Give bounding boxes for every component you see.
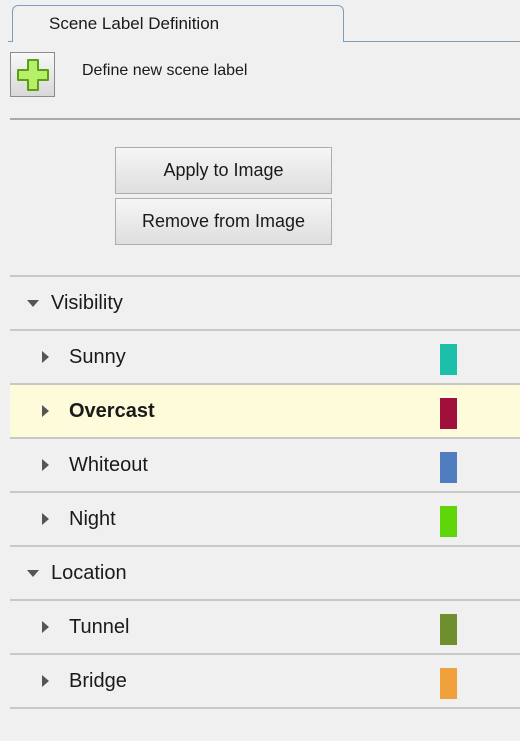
color-swatch bbox=[440, 344, 457, 375]
group-row-visibility[interactable]: Visibility bbox=[10, 275, 520, 329]
triangle-down-icon[interactable] bbox=[27, 299, 39, 307]
scene-label-name: Sunny bbox=[69, 345, 126, 368]
triangle-right-icon[interactable] bbox=[42, 351, 49, 363]
scene-label-name: Overcast bbox=[69, 399, 155, 422]
tab-strip: Scene Label Definition bbox=[0, 0, 520, 42]
scene-label-row-sunny[interactable]: Sunny bbox=[10, 329, 520, 383]
color-swatch bbox=[440, 506, 457, 537]
list-bottom-divider bbox=[10, 707, 520, 709]
scene-label-name: Whiteout bbox=[69, 453, 148, 476]
apply-to-image-button[interactable]: Apply to Image bbox=[115, 147, 332, 194]
group-label: Visibility bbox=[51, 291, 123, 314]
tab-title: Scene Label Definition bbox=[49, 14, 220, 33]
tab-scene-label-definition[interactable]: Scene Label Definition bbox=[12, 5, 344, 42]
group-label: Location bbox=[51, 561, 127, 584]
color-swatch bbox=[440, 398, 457, 429]
scene-label-name: Tunnel bbox=[69, 615, 130, 638]
scene-label-name: Night bbox=[69, 507, 116, 530]
color-swatch bbox=[440, 668, 457, 699]
scene-label-row-whiteout[interactable]: Whiteout bbox=[10, 437, 520, 491]
scene-label-name: Bridge bbox=[69, 669, 127, 692]
triangle-down-icon[interactable] bbox=[27, 569, 39, 577]
plus-icon bbox=[16, 58, 49, 91]
group-row-location[interactable]: Location bbox=[10, 545, 520, 599]
toolbar-divider bbox=[10, 118, 520, 120]
color-swatch bbox=[440, 452, 457, 483]
triangle-right-icon[interactable] bbox=[42, 405, 49, 417]
remove-from-image-button[interactable]: Remove from Image bbox=[115, 198, 332, 245]
triangle-right-icon[interactable] bbox=[42, 459, 49, 471]
define-new-scene-label-text: Define new scene label bbox=[82, 62, 248, 79]
scene-label-row-tunnel[interactable]: Tunnel bbox=[10, 599, 520, 653]
triangle-right-icon[interactable] bbox=[42, 513, 49, 525]
color-swatch bbox=[440, 614, 457, 645]
scene-label-row-night[interactable]: Night bbox=[10, 491, 520, 545]
scene-label-row-overcast[interactable]: Overcast bbox=[10, 383, 520, 437]
scene-label-row-bridge[interactable]: Bridge bbox=[10, 653, 520, 707]
triangle-right-icon[interactable] bbox=[42, 621, 49, 633]
triangle-right-icon[interactable] bbox=[42, 675, 49, 687]
add-scene-label-button[interactable] bbox=[10, 52, 55, 97]
scene-label-list: Visibility Sunny Overcast Whiteout Night Loca… bbox=[10, 275, 520, 709]
